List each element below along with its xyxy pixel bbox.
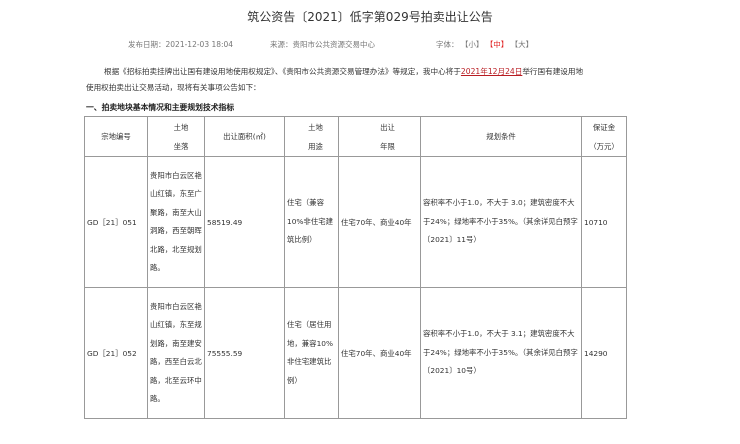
header-deposit-2: （万元） xyxy=(589,141,619,151)
section-title: 一、拍卖地块基本情况和主要规划技术指标 xyxy=(86,103,235,112)
intro-text-before: 根据《招标拍卖挂牌出让国有建设用地使用权规定》、《贵阳市公共资源交易管理办法》等… xyxy=(104,67,461,76)
header-location-2: 坐落 xyxy=(173,141,189,151)
page-title: 筑公资告〔2021〕低字第029号拍卖出让公告 xyxy=(247,10,493,24)
header-deposit-1: 保证金 xyxy=(592,122,616,132)
font-large-button[interactable]: 【大】 xyxy=(511,40,534,49)
header-use-2: 用途 xyxy=(308,141,323,151)
font-size-label: 字体： xyxy=(436,40,459,49)
cell-use: 住宅（居住用地，兼容10%非住宅建筑比例） xyxy=(284,287,339,419)
header-term-2: 年限 xyxy=(380,141,395,151)
intro-line-1: 根据《招标拍卖挂牌出让国有建设用地使用权规定》、《贵阳市公共资源交易管理办法》等… xyxy=(86,64,646,79)
font-size-control: 字体： 【小】 【中】 【大】 xyxy=(436,39,533,50)
source: 来源：贵阳市公共资源交易中心 xyxy=(270,40,375,49)
cell-deposit: 10710 xyxy=(581,156,627,288)
cell-term: 住宅70年、商业40年 xyxy=(338,287,421,419)
table-row: GD［21］051 贵阳市白云区艳山红镇，东至广聚路，南至大山洞路，西至朝晖北路… xyxy=(84,156,627,288)
header-use-1: 土地 xyxy=(308,122,323,132)
cell-code: GD［21］052 xyxy=(84,287,148,419)
cell-area: 58519.49 xyxy=(204,156,285,288)
cell-deposit: 14290 xyxy=(581,287,627,419)
land-table: 宗地编号 土地 坐落 出让面积(㎡) 土地 用途 出让 年限 规划条件 保证金 … xyxy=(84,116,627,419)
header-term: 出让 年限 xyxy=(338,116,421,157)
intro-line-2: 使用权拍卖出让交易活动，现将有关事项公告如下： xyxy=(86,83,261,92)
header-planning: 规划条件 xyxy=(420,116,582,157)
font-medium-button[interactable]: 【中】 xyxy=(486,40,509,49)
cell-planning: 容积率不小于1.0，不大于 3.1；建筑密度不大于24%；绿地率不小于35%。（… xyxy=(420,287,582,419)
cell-use: 住宅（兼容10%非住宅建筑比例） xyxy=(284,156,339,288)
header-use: 土地 用途 xyxy=(284,116,339,157)
publish-date: 发布日期：2021-12-03 18:04 xyxy=(128,40,234,49)
cell-code: GD［21］051 xyxy=(84,156,148,288)
header-deposit: 保证金 （万元） xyxy=(581,116,627,157)
cell-planning: 容积率不小于1.0，不大于 3.0；建筑密度不大于24%；绿地率不小于35%。（… xyxy=(420,156,582,288)
intro-text-after: 举行国有建设用地 xyxy=(522,67,584,76)
auction-date: 2021年12月24日 xyxy=(460,67,523,76)
table-header-row: 宗地编号 土地 坐落 出让面积(㎡) 土地 用途 出让 年限 规划条件 保证金 … xyxy=(84,116,627,157)
header-term-1: 出让 xyxy=(380,122,395,132)
cell-location: 贵阳市白云区艳山红镇，东至广聚路，南至大山洞路，西至朝晖北路，北至规划路。 xyxy=(147,156,205,288)
font-small-button[interactable]: 【小】 xyxy=(461,40,484,49)
cell-term: 住宅70年、商业40年 xyxy=(338,156,421,288)
cell-location: 贵阳市白云区艳山红镇，东至规划路，南至建安路，西至白云北路，北至云环中路。 xyxy=(147,287,205,419)
header-location: 土地 坐落 xyxy=(147,116,205,157)
cell-area: 75555.59 xyxy=(204,287,285,419)
header-location-1: 土地 xyxy=(173,122,189,132)
header-code: 宗地编号 xyxy=(84,116,148,157)
table-row: GD［21］052 贵阳市白云区艳山红镇，东至规划路，南至建安路，西至白云北路，… xyxy=(84,287,627,419)
header-area: 出让面积(㎡) xyxy=(204,116,285,157)
